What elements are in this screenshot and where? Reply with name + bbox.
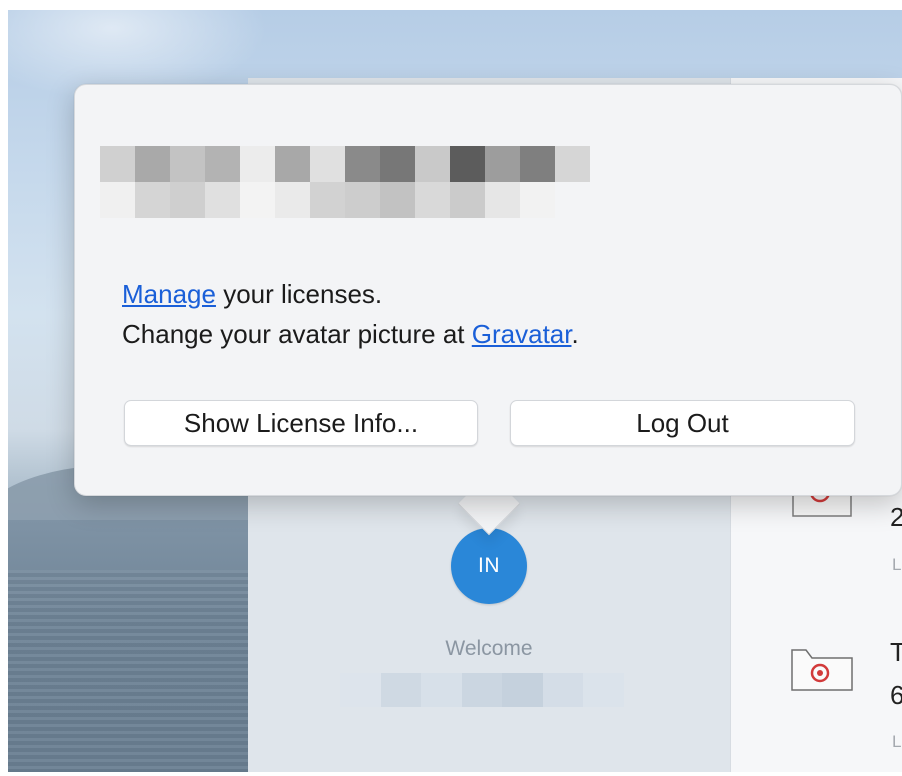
popover-info-text: Manage your licenses. Change your avatar…: [122, 274, 822, 354]
gravatar-link[interactable]: Gravatar: [472, 319, 572, 349]
redacted-account-email: [100, 146, 596, 218]
log-out-button[interactable]: Log Out: [510, 400, 855, 446]
manage-link[interactable]: Manage: [122, 279, 216, 309]
user-avatar[interactable]: IN: [451, 528, 527, 604]
list-item[interactable]: [790, 646, 854, 694]
list-item-subtitle: L: [892, 732, 902, 751]
manage-suffix: your licenses.: [215, 279, 383, 309]
redacted-user-name: [340, 673, 625, 707]
wallpaper-lake-ripples: [8, 570, 258, 772]
avatar-suffix: .: [571, 319, 579, 349]
welcome-label: Welcome: [445, 637, 533, 660]
list-item-title: T: [890, 637, 902, 667]
list-item-subtitle: L: [892, 555, 902, 574]
folder-document-icon: [791, 649, 853, 691]
list-item-title: 2: [890, 502, 902, 532]
manage-licenses-line: Manage your licenses.: [122, 274, 822, 314]
show-license-info-button[interactable]: Show License Info...: [124, 400, 478, 446]
avatar-prefix: Change your avatar picture at: [122, 319, 472, 349]
avatar-initials: IN: [478, 554, 500, 577]
gravatar-line: Change your avatar picture at Gravatar.: [122, 314, 822, 354]
list-item-title-line2: 6: [890, 680, 902, 710]
